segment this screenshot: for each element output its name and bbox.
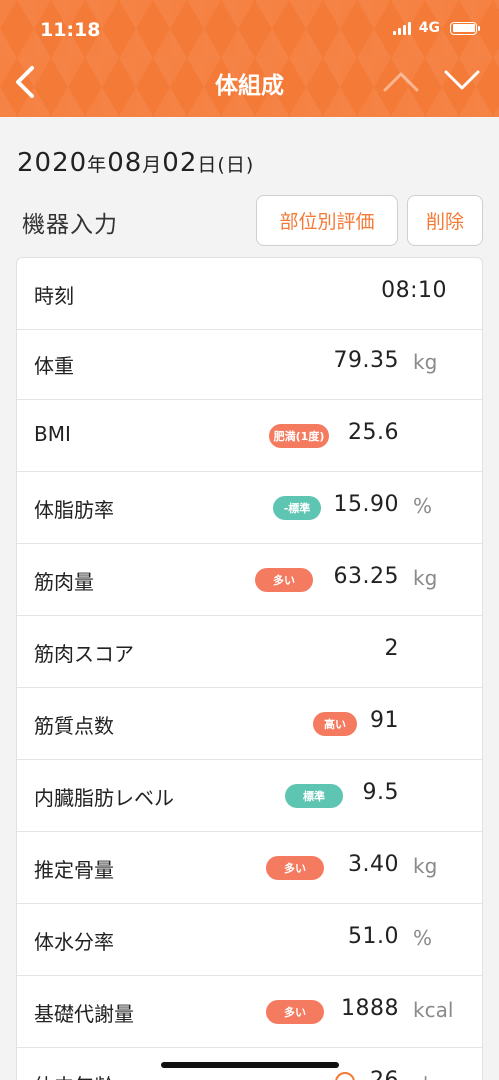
row-value: 15.90 bbox=[333, 492, 399, 517]
row-value: 25.6 bbox=[348, 420, 399, 445]
row-label: BMI bbox=[34, 422, 71, 446]
status-badge: 多い bbox=[266, 1000, 324, 1024]
body-age-indicator-icon bbox=[335, 1072, 355, 1080]
list-item[interactable]: 筋肉スコア 2 bbox=[17, 616, 482, 688]
network-type: 4G bbox=[418, 20, 440, 36]
row-label: 内臓脂肪レベル bbox=[34, 786, 174, 810]
row-label: 筋肉量 bbox=[34, 570, 94, 594]
row-unit: kg bbox=[413, 350, 438, 374]
delete-button[interactable]: 削除 bbox=[407, 195, 483, 246]
date-month: 08 bbox=[107, 148, 143, 178]
status-badge: 肥満(1度) bbox=[269, 424, 329, 448]
row-value: 51.0 bbox=[348, 924, 399, 949]
list-item[interactable]: 時刻 08:10 bbox=[17, 258, 482, 330]
row-label: 推定骨量 bbox=[34, 858, 114, 882]
list-item[interactable]: 筋質点数 高い 91 bbox=[17, 688, 482, 760]
list-item[interactable]: 体水分率 51.0 % bbox=[17, 904, 482, 976]
row-label: 筋質点数 bbox=[34, 714, 114, 738]
list-item[interactable]: 体脂肪率 -標準 15.90 % bbox=[17, 472, 482, 544]
date-month-sep: 月 bbox=[142, 154, 163, 176]
row-label: 時刻 bbox=[34, 284, 74, 308]
battery-icon bbox=[450, 21, 480, 35]
body-composition-list: 時刻 08:10 体重 79.35 kg BMI 肥満(1度) 25.6 体脂肪… bbox=[16, 257, 483, 1080]
date-day: 02 bbox=[162, 148, 198, 178]
segment-evaluation-button[interactable]: 部位別評価 bbox=[256, 195, 398, 246]
row-label: 体脂肪率 bbox=[34, 498, 114, 522]
status-badge: -標準 bbox=[273, 496, 321, 520]
chevron-up-icon bbox=[383, 72, 419, 92]
status-indicators: 4G bbox=[392, 20, 480, 36]
row-unit: % bbox=[413, 494, 433, 518]
row-unit: kg bbox=[413, 854, 438, 878]
row-value: 3.40 bbox=[348, 852, 399, 877]
row-unit: kcal bbox=[413, 998, 454, 1022]
row-value: 1888 bbox=[341, 996, 399, 1021]
date-year: 2020 bbox=[17, 148, 88, 178]
list-item[interactable]: 体重 79.35 kg bbox=[17, 328, 482, 400]
date-day-sep: 日 bbox=[197, 154, 218, 176]
row-unit: % bbox=[413, 926, 433, 950]
home-indicator bbox=[161, 1062, 339, 1068]
row-label: 体重 bbox=[34, 354, 74, 378]
row-label: 筋肉スコア bbox=[34, 642, 134, 666]
status-badge: 多い bbox=[255, 568, 313, 592]
row-value: 08:10 bbox=[381, 278, 447, 303]
app-header: 11:18 4G 体組成 bbox=[0, 0, 499, 117]
date-weekday: (日) bbox=[217, 154, 255, 176]
record-date: 2020年08月02日(日) bbox=[17, 148, 254, 178]
status-time: 11:18 bbox=[40, 19, 101, 41]
list-item[interactable]: 基礎代謝量 多い 1888 kcal bbox=[17, 976, 482, 1048]
status-badge: 高い bbox=[313, 712, 357, 736]
chevron-down-icon[interactable] bbox=[444, 68, 480, 94]
row-value: 91 bbox=[370, 708, 399, 733]
row-label: 体水分率 bbox=[34, 930, 114, 954]
row-unit: kg bbox=[413, 566, 438, 590]
list-item[interactable]: 内臓脂肪レベル 標準 9.5 bbox=[17, 760, 482, 832]
list-item[interactable]: 推定骨量 多い 3.40 kg bbox=[17, 832, 482, 904]
row-value: 79.35 bbox=[333, 348, 399, 373]
row-unit: 才 bbox=[413, 1070, 433, 1080]
status-badge: 標準 bbox=[285, 784, 343, 808]
row-value: 2 bbox=[384, 636, 399, 661]
list-item[interactable]: 筋肉量 多い 63.25 kg bbox=[17, 544, 482, 616]
row-value: 9.5 bbox=[362, 780, 399, 805]
signal-icon bbox=[392, 21, 411, 35]
row-label: 体内年齢 bbox=[34, 1070, 114, 1080]
list-item[interactable]: BMI 肥満(1度) 25.6 bbox=[17, 400, 482, 472]
row-label: 基礎代謝量 bbox=[34, 1002, 134, 1026]
date-year-sep: 年 bbox=[87, 154, 108, 176]
page-title: 体組成 bbox=[215, 73, 284, 99]
row-value: 63.25 bbox=[333, 564, 399, 589]
status-badge: 多い bbox=[266, 856, 324, 880]
row-value: 26 bbox=[370, 1068, 399, 1080]
input-source-label: 機器入力 bbox=[22, 212, 118, 238]
